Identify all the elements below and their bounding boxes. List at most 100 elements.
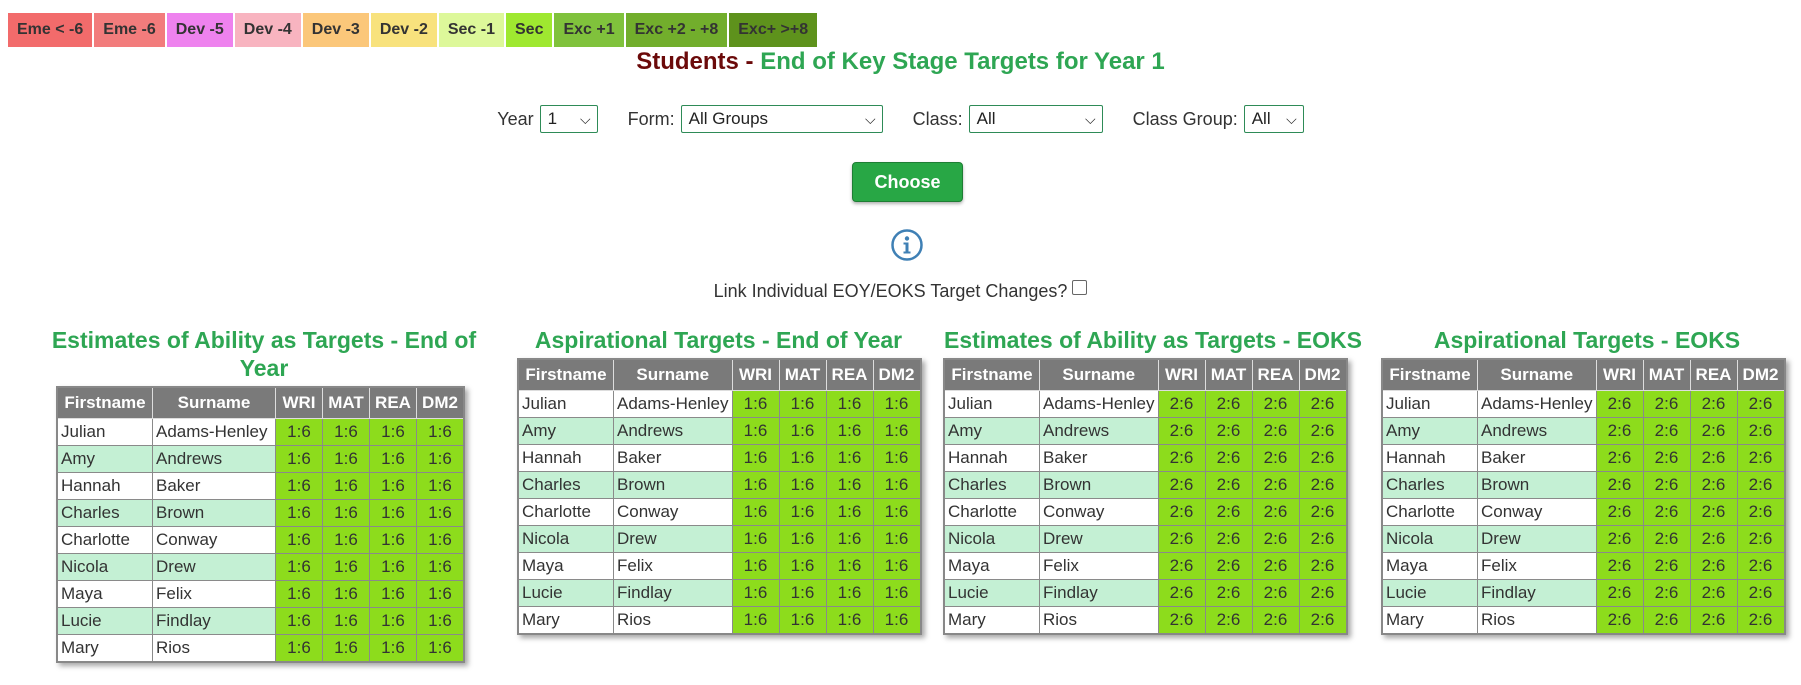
target-cell[interactable]: 2:6 [1689, 525, 1738, 553]
surname-cell[interactable]: Drew [613, 525, 733, 553]
target-cell[interactable]: 2:6 [1736, 498, 1785, 526]
firstname-cell[interactable]: Lucie [56, 607, 153, 635]
col-header[interactable]: DM2 [872, 358, 921, 391]
firstname-cell[interactable]: Nicola [56, 553, 153, 581]
target-cell[interactable]: 2:6 [1157, 390, 1206, 418]
firstname-cell[interactable]: Charles [517, 471, 614, 499]
target-cell[interactable]: 1:6 [731, 498, 780, 526]
col-header[interactable]: Firstname [1381, 358, 1478, 391]
col-header[interactable]: MAT [778, 358, 827, 391]
target-cell[interactable]: 2:6 [1204, 417, 1253, 445]
target-cell[interactable]: 2:6 [1736, 390, 1785, 418]
target-cell[interactable]: 1:6 [778, 498, 827, 526]
target-cell[interactable]: 1:6 [731, 579, 780, 607]
target-cell[interactable]: 1:6 [369, 418, 417, 446]
surname-cell[interactable]: Andrews [613, 417, 733, 445]
target-cell[interactable]: 2:6 [1204, 525, 1253, 553]
firstname-cell[interactable]: Lucie [517, 579, 614, 607]
surname-cell[interactable]: Conway [1039, 498, 1159, 526]
surname-cell[interactable]: Conway [152, 526, 276, 554]
target-cell[interactable]: 1:6 [731, 552, 780, 580]
col-header[interactable]: Surname [152, 386, 276, 419]
target-cell[interactable]: 1:6 [275, 418, 323, 446]
col-header[interactable]: DM2 [416, 386, 465, 419]
target-cell[interactable]: 1:6 [275, 553, 323, 581]
firstname-cell[interactable]: Mary [56, 634, 153, 663]
target-cell[interactable]: 1:6 [369, 499, 417, 527]
target-cell[interactable]: 1:6 [369, 472, 417, 500]
target-cell[interactable]: 2:6 [1689, 579, 1738, 607]
surname-cell[interactable]: Brown [613, 471, 733, 499]
target-cell[interactable]: 2:6 [1642, 525, 1691, 553]
firstname-cell[interactable]: Julian [517, 390, 614, 418]
target-cell[interactable]: 2:6 [1595, 498, 1644, 526]
firstname-cell[interactable]: Hannah [943, 444, 1040, 472]
target-cell[interactable]: 1:6 [275, 445, 323, 473]
target-cell[interactable]: 2:6 [1204, 498, 1253, 526]
target-cell[interactable]: 1:6 [872, 606, 921, 635]
target-cell[interactable]: 1:6 [825, 498, 874, 526]
col-header[interactable]: DM2 [1736, 358, 1785, 391]
firstname-cell[interactable]: Amy [1381, 417, 1478, 445]
surname-cell[interactable]: Findlay [1477, 579, 1597, 607]
target-cell[interactable]: 2:6 [1298, 579, 1347, 607]
surname-cell[interactable]: Andrews [1039, 417, 1159, 445]
firstname-cell[interactable]: Amy [517, 417, 614, 445]
target-cell[interactable]: 1:6 [416, 553, 465, 581]
target-cell[interactable]: 2:6 [1642, 471, 1691, 499]
surname-cell[interactable]: Conway [1477, 498, 1597, 526]
target-cell[interactable]: 1:6 [275, 607, 323, 635]
target-cell[interactable]: 2:6 [1736, 525, 1785, 553]
target-cell[interactable]: 2:6 [1736, 606, 1785, 635]
target-cell[interactable]: 1:6 [275, 472, 323, 500]
firstname-cell[interactable]: Mary [517, 606, 614, 635]
target-cell[interactable]: 2:6 [1689, 498, 1738, 526]
firstname-cell[interactable]: Hannah [56, 472, 153, 500]
target-cell[interactable]: 1:6 [322, 445, 370, 473]
target-cell[interactable]: 2:6 [1642, 444, 1691, 472]
target-cell[interactable]: 2:6 [1251, 498, 1300, 526]
surname-cell[interactable]: Rios [152, 634, 276, 663]
firstname-cell[interactable]: Julian [56, 418, 153, 446]
target-cell[interactable]: 1:6 [778, 552, 827, 580]
target-cell[interactable]: 2:6 [1204, 606, 1253, 635]
surname-cell[interactable]: Adams-Henley [1039, 390, 1159, 418]
target-cell[interactable]: 1:6 [731, 444, 780, 472]
target-cell[interactable]: 1:6 [731, 606, 780, 635]
target-cell[interactable]: 1:6 [872, 579, 921, 607]
target-cell[interactable]: 1:6 [731, 417, 780, 445]
target-cell[interactable]: 2:6 [1595, 579, 1644, 607]
col-header[interactable]: Surname [1039, 358, 1159, 391]
target-cell[interactable]: 2:6 [1298, 606, 1347, 635]
target-cell[interactable]: 2:6 [1736, 417, 1785, 445]
surname-cell[interactable]: Baker [1039, 444, 1159, 472]
target-cell[interactable]: 1:6 [825, 579, 874, 607]
surname-cell[interactable]: Felix [1477, 552, 1597, 580]
firstname-cell[interactable]: Maya [943, 552, 1040, 580]
target-cell[interactable]: 2:6 [1642, 552, 1691, 580]
firstname-cell[interactable]: Charles [1381, 471, 1478, 499]
target-cell[interactable]: 1:6 [416, 580, 465, 608]
surname-cell[interactable]: Drew [1039, 525, 1159, 553]
target-cell[interactable]: 2:6 [1642, 579, 1691, 607]
target-cell[interactable]: 2:6 [1251, 417, 1300, 445]
target-cell[interactable]: 1:6 [322, 607, 370, 635]
target-cell[interactable]: 2:6 [1642, 417, 1691, 445]
target-cell[interactable]: 1:6 [872, 390, 921, 418]
target-cell[interactable]: 1:6 [416, 418, 465, 446]
surname-cell[interactable]: Felix [613, 552, 733, 580]
target-cell[interactable]: 1:6 [778, 417, 827, 445]
firstname-cell[interactable]: Nicola [517, 525, 614, 553]
link-targets-checkbox[interactable] [1072, 280, 1088, 295]
firstname-cell[interactable]: Charlotte [517, 498, 614, 526]
target-cell[interactable]: 1:6 [778, 525, 827, 553]
target-cell[interactable]: 1:6 [825, 390, 874, 418]
target-cell[interactable]: 2:6 [1251, 525, 1300, 553]
surname-cell[interactable]: Andrews [1477, 417, 1597, 445]
surname-cell[interactable]: Felix [152, 580, 276, 608]
target-cell[interactable]: 2:6 [1204, 444, 1253, 472]
target-cell[interactable]: 1:6 [825, 606, 874, 635]
target-cell[interactable]: 1:6 [778, 606, 827, 635]
col-header[interactable]: DM2 [1298, 358, 1347, 391]
target-cell[interactable]: 1:6 [778, 444, 827, 472]
